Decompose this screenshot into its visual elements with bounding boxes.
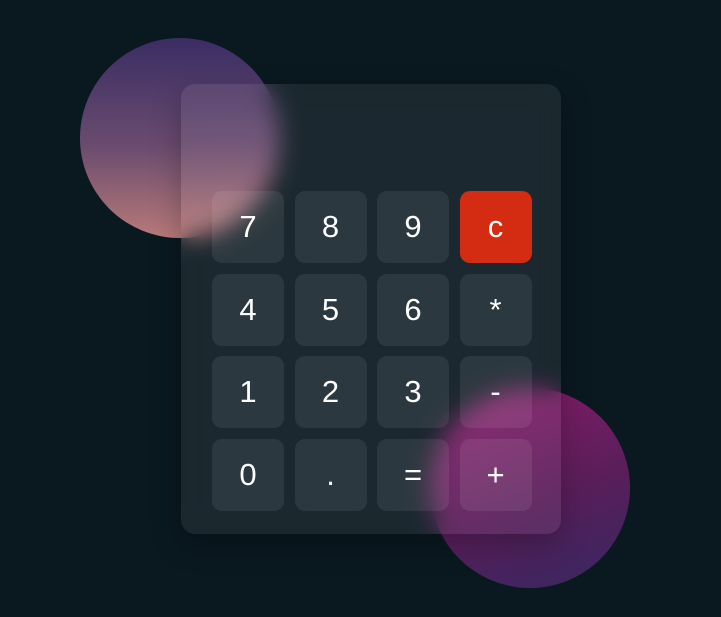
- key-7[interactable]: 7: [212, 191, 284, 263]
- keypad: 7 8 9 c 4 5 6 * 1 2 3 - 0 . = +: [212, 191, 532, 511]
- calculator-panel: 7 8 9 c 4 5 6 * 1 2 3 - 0 . = +: [181, 84, 561, 534]
- key-9[interactable]: 9: [377, 191, 449, 263]
- key-2[interactable]: 2: [294, 356, 367, 428]
- subtract-button[interactable]: -: [459, 356, 532, 428]
- multiply-button[interactable]: *: [459, 273, 532, 346]
- key-1[interactable]: 1: [212, 356, 284, 428]
- clear-button[interactable]: c: [459, 191, 532, 263]
- key-0[interactable]: 0: [212, 438, 284, 511]
- equals-button[interactable]: =: [377, 438, 449, 511]
- app-background: 7 8 9 c 4 5 6 * 1 2 3 - 0 . = +: [0, 0, 721, 617]
- decimal-button[interactable]: .: [294, 438, 367, 511]
- key-4[interactable]: 4: [212, 273, 284, 346]
- calculator-display: [211, 104, 531, 184]
- key-3[interactable]: 3: [377, 356, 449, 428]
- key-5[interactable]: 5: [294, 273, 367, 346]
- key-6[interactable]: 6: [377, 273, 449, 346]
- add-button[interactable]: +: [459, 438, 532, 511]
- key-8[interactable]: 8: [294, 191, 367, 263]
